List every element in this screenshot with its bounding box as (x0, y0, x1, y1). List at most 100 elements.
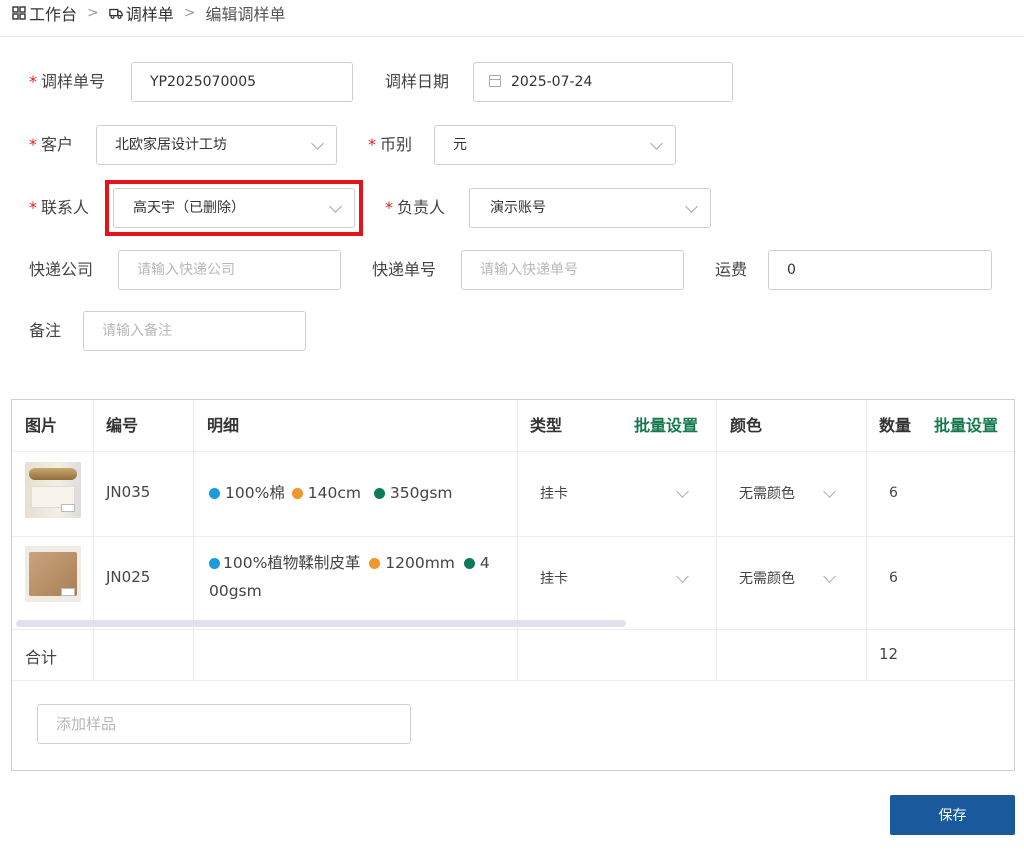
column-divider (93, 400, 94, 680)
date-value: 2025-07-24 (511, 74, 593, 90)
header-qty: 数量 (879, 416, 912, 435)
customer-value: 北欧家居设计工坊 (115, 137, 227, 153)
add-sample-placeholder: 添加样品 (56, 715, 117, 733)
sample-thumbnail[interactable] (25, 462, 81, 518)
highlight-box (105, 180, 363, 236)
tracking-placeholder: 请输入快递单号 (480, 262, 578, 278)
detail-weight: 350gsm (389, 484, 453, 502)
tracking-input[interactable]: 请输入快递单号 (461, 250, 684, 290)
courier-input[interactable]: 请输入快递公司 (118, 250, 341, 290)
freight-label: 运费 (715, 250, 747, 290)
label-text: 快递单号 (372, 260, 437, 279)
detail-width: 140cm (307, 484, 361, 502)
truck-icon (108, 8, 123, 19)
order-no-input[interactable]: YP2025070005 (131, 62, 353, 102)
color-select[interactable]: 无需颜色 (739, 564, 849, 594)
currency-select[interactable]: 元 (434, 125, 676, 165)
owner-select[interactable]: 演示账号 (469, 188, 711, 228)
dot-icon (291, 488, 303, 499)
required-mark: * (29, 198, 37, 217)
row-divider (12, 536, 1014, 537)
sample-detail: 100%植物鞣制皮革 1200mm 4 00gsm (209, 549, 509, 605)
chevron-down-icon (823, 485, 836, 498)
dot-icon (369, 558, 381, 569)
label-text: 联系人 (41, 198, 90, 217)
label-text: 调样日期 (385, 72, 450, 91)
save-button[interactable]: 保存 (890, 795, 1015, 835)
freight-input[interactable]: 0 (768, 250, 992, 290)
label-text: 快递公司 (29, 260, 94, 279)
chevron-down-icon (676, 570, 689, 583)
chevron-down-icon (823, 570, 836, 583)
header-color: 颜色 (730, 416, 763, 435)
required-mark: * (368, 135, 376, 154)
owner-label: * 负责人 (385, 188, 445, 228)
detail-material: 100%植物鞣制皮革 (223, 554, 361, 572)
date-picker[interactable]: 2025-07-24 (473, 62, 733, 102)
chevron-right-icon: > (183, 5, 196, 21)
breadcrumb: 工作台 > 调样单 > 编辑调样单 (12, 0, 286, 26)
customer-select[interactable]: 北欧家居设计工坊 (96, 125, 337, 165)
remark-label: 备注 (29, 311, 61, 351)
header-detail: 明细 (207, 416, 240, 435)
currency-label: * 币别 (368, 125, 412, 165)
remark-input[interactable]: 请输入备注 (83, 311, 306, 351)
chevron-right-icon: > (87, 5, 99, 21)
contact-label: * 联系人 (29, 188, 89, 228)
add-sample-input[interactable]: 添加样品 (37, 704, 411, 744)
breadcrumb-sample-order[interactable]: 调样单 (108, 1, 174, 25)
column-divider (716, 400, 717, 680)
chevron-down-icon (676, 485, 689, 498)
courier-label: 快递公司 (29, 250, 93, 290)
currency-value: 元 (453, 137, 467, 153)
breadcrumb-workbench[interactable]: 工作台 (12, 1, 77, 25)
owner-value: 演示账号 (490, 200, 546, 216)
required-mark: * (29, 72, 37, 91)
total-qty: 12 (879, 645, 899, 663)
dot-icon (209, 558, 220, 569)
label-text: 运费 (715, 260, 748, 279)
header-code: 编号 (106, 416, 139, 435)
detail-weight-wrap: 00gsm (209, 582, 262, 600)
dot-icon (373, 488, 385, 499)
row-divider (12, 629, 1014, 630)
qty-input[interactable]: 6 (889, 485, 898, 501)
breadcrumb-label: 调样单 (125, 5, 174, 24)
header-image: 图片 (25, 416, 58, 435)
type-bulk-setting-link[interactable]: 批量设置 (634, 400, 698, 451)
qty-bulk-setting-link[interactable]: 批量设置 (934, 400, 998, 451)
column-divider (517, 400, 518, 680)
order-no-label: * 调样单号 (29, 62, 105, 102)
qty-input[interactable]: 6 (889, 570, 898, 586)
chevron-down-icon (311, 137, 324, 150)
color-select[interactable]: 无需颜色 (739, 479, 849, 509)
breadcrumb-edit-sample-order: 编辑调样单 (206, 1, 286, 25)
type-select[interactable]: 挂卡 (540, 479, 700, 509)
detail-width: 1200mm (385, 554, 455, 572)
total-label: 合计 (25, 648, 58, 667)
color-value: 无需颜色 (739, 571, 795, 587)
date-label: 调样日期 (385, 62, 449, 102)
type-select[interactable]: 挂卡 (540, 564, 700, 594)
label-text: 客户 (41, 135, 74, 154)
calendar-icon (489, 75, 501, 87)
dot-icon (209, 488, 220, 499)
row-divider (12, 680, 1014, 681)
label-text: 负责人 (397, 198, 446, 217)
label-text: 币别 (380, 135, 413, 154)
sample-code: JN035 (106, 483, 151, 501)
chevron-down-icon (650, 137, 663, 150)
customer-label: * 客户 (29, 125, 73, 165)
column-divider (193, 400, 194, 680)
order-no-value: YP2025070005 (150, 74, 257, 90)
courier-placeholder: 请输入快递公司 (137, 262, 235, 278)
sample-thumbnail[interactable] (25, 546, 81, 602)
type-value: 挂卡 (540, 486, 568, 502)
sample-code: JN025 (106, 568, 151, 586)
sample-table: 图片 编号 明细 类型 批量设置 颜色 数量 批量设置 JN035 100%棉 … (11, 399, 1015, 771)
freight-value: 0 (787, 262, 796, 278)
color-value: 无需颜色 (739, 486, 795, 502)
label-text: 备注 (29, 321, 62, 340)
horizontal-scrollbar[interactable] (16, 620, 626, 627)
header-type: 类型 (530, 416, 563, 435)
